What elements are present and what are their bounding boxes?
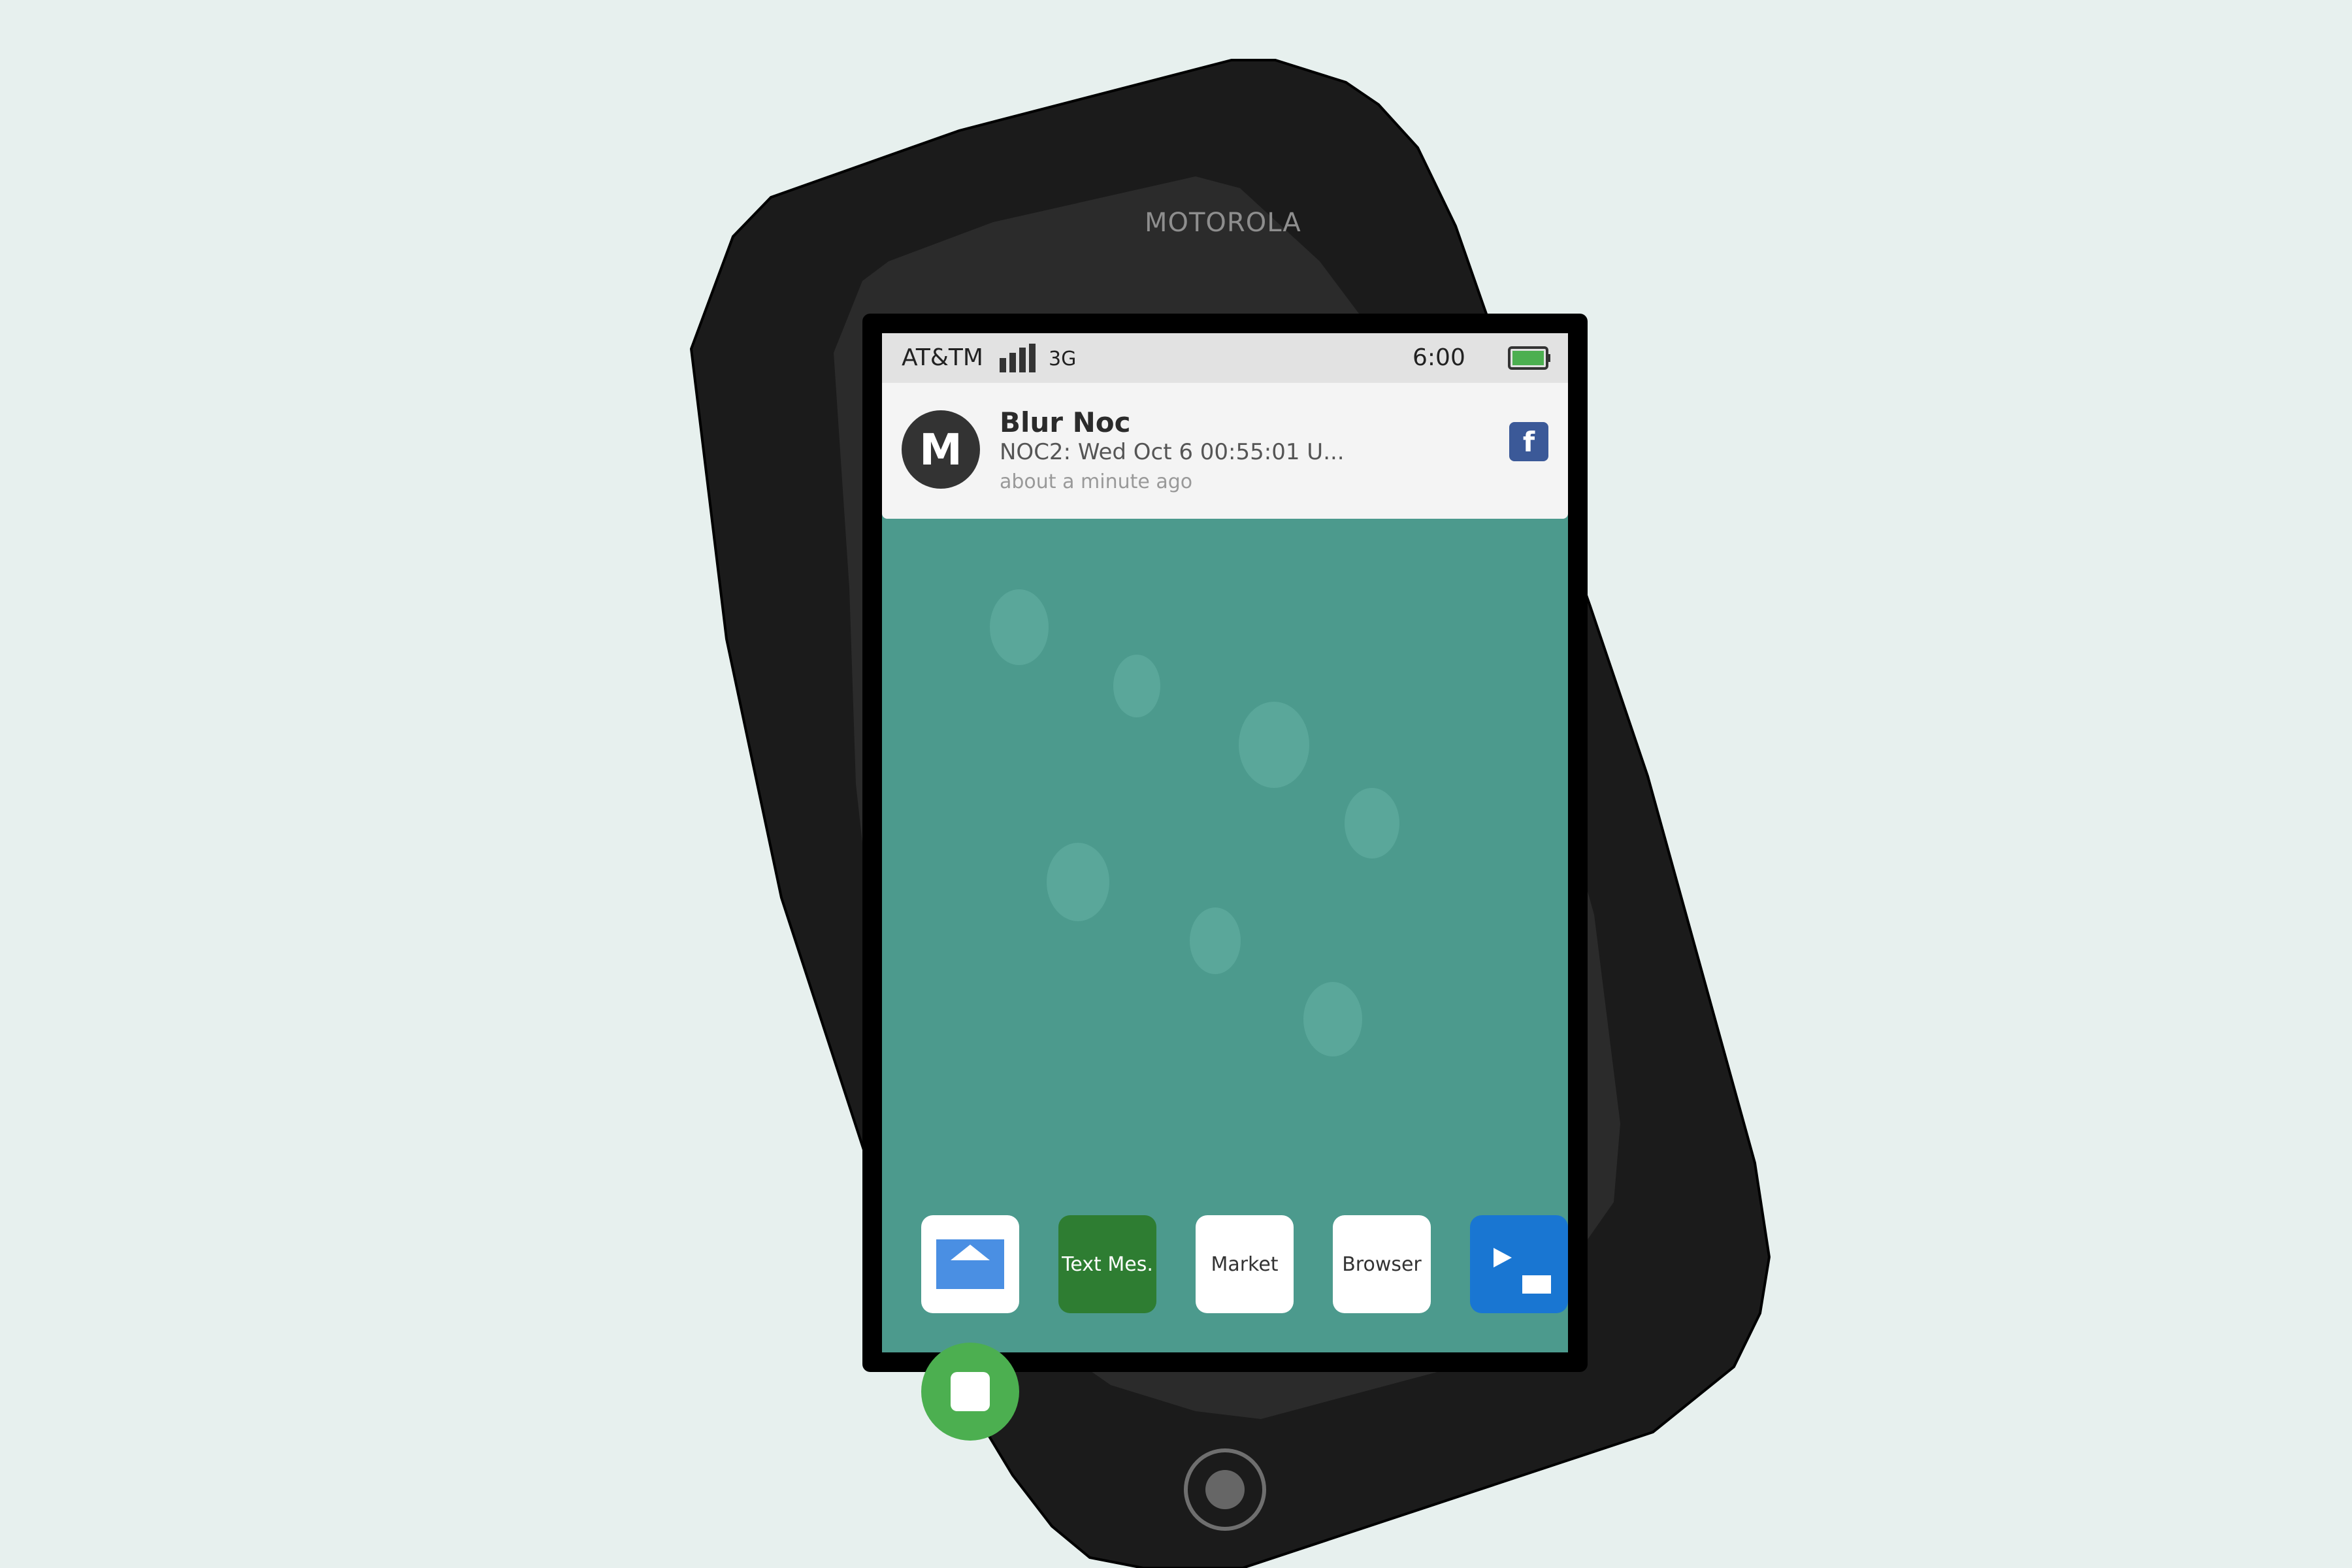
phone-screen: AT&TM 3G 6:00 M Blur Noc NOC2: Wed Oct 6… bbox=[882, 333, 1568, 1352]
signal-icon bbox=[1000, 344, 1036, 372]
home-button[interactable] bbox=[921, 1343, 1019, 1441]
notification-card[interactable]: M Blur Noc NOC2: Wed Oct 6 00:55:01 U...… bbox=[882, 383, 1568, 519]
notification-time: about a minute ago bbox=[1000, 470, 1193, 493]
stage: MOTOROLA AT&TM 3G 6:00 M Blur Noc NOC2: … bbox=[0, 0, 2352, 1568]
brand-logo: MOTOROLA bbox=[1145, 208, 1301, 238]
network-type: 3G bbox=[1049, 348, 1077, 370]
avatar: M bbox=[902, 410, 980, 489]
text-messages-app-button[interactable]: Text Mes. bbox=[1058, 1215, 1156, 1313]
notification-text: NOC2: Wed Oct 6 00:55:01 U... bbox=[1000, 439, 1345, 465]
facebook-icon[interactable]: f bbox=[1509, 422, 1548, 461]
media-app-button[interactable] bbox=[1470, 1215, 1568, 1313]
status-clock: 6:00 bbox=[1413, 344, 1465, 371]
carrier-name: AT&TM bbox=[902, 344, 983, 371]
home-icon bbox=[951, 1372, 990, 1411]
browser-label: Browser bbox=[1342, 1252, 1422, 1276]
browser-app-button[interactable]: Browser bbox=[1333, 1215, 1431, 1313]
battery-icon bbox=[1508, 346, 1550, 370]
text-messages-label: Text Mes. bbox=[1062, 1252, 1153, 1276]
status-bar: AT&TM 3G 6:00 bbox=[882, 333, 1568, 383]
notification-title: Blur Noc bbox=[1000, 406, 1131, 438]
email-app-button[interactable] bbox=[921, 1215, 1019, 1313]
email-icon bbox=[936, 1239, 1004, 1289]
media-icon bbox=[1494, 1248, 1551, 1294]
market-label: Market bbox=[1211, 1252, 1279, 1276]
market-app-button[interactable]: Market bbox=[1196, 1215, 1294, 1313]
